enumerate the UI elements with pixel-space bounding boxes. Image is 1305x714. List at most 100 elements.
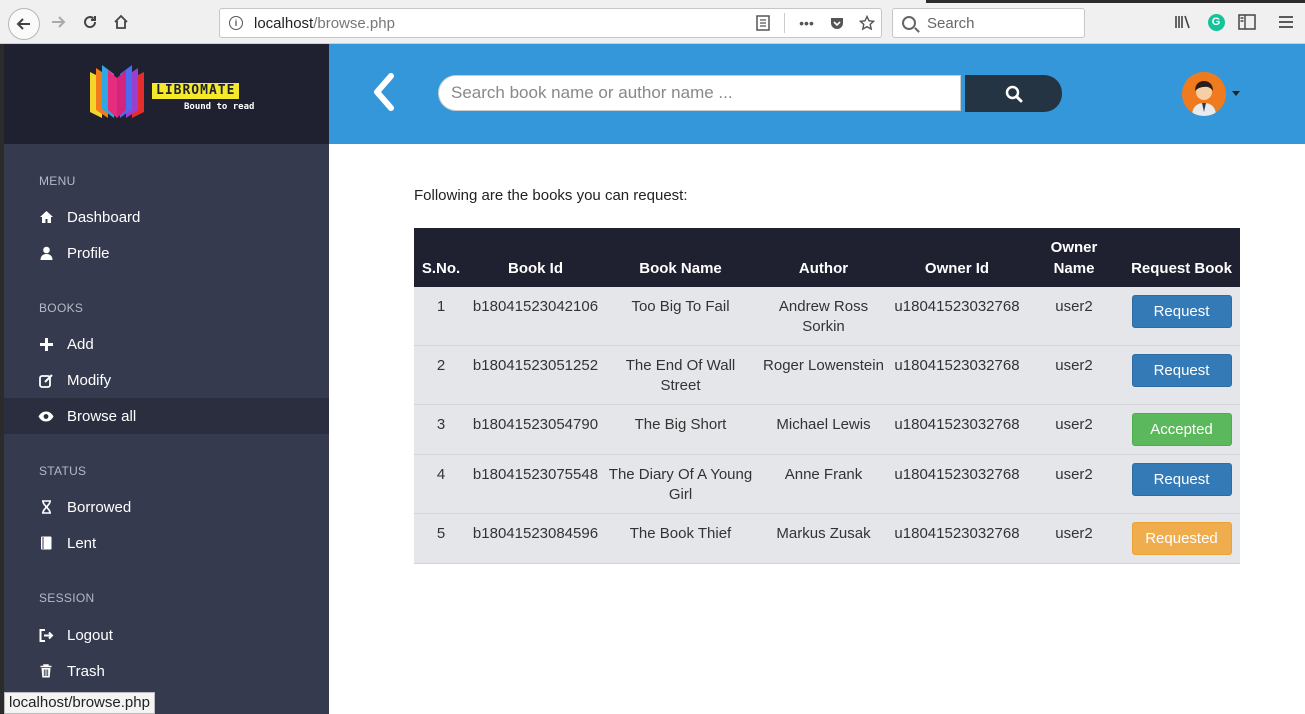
sidebar-item-dashboard[interactable]: Dashboard bbox=[4, 199, 329, 235]
section-books: BOOKS bbox=[39, 301, 84, 315]
request-button[interactable]: Request bbox=[1131, 354, 1232, 387]
browser-toolbar: i localhost/browse.php ••• G bbox=[0, 0, 1305, 44]
urlbar-separator bbox=[784, 13, 785, 33]
sidebar-item-label: Add bbox=[67, 335, 94, 353]
window-titlebar-edge bbox=[926, 0, 1305, 3]
sidebar-item-label: Dashboard bbox=[67, 208, 141, 226]
browser-forward-button[interactable] bbox=[46, 10, 70, 34]
table-row: 4 b18041523075548 The Diary Of A Young Gir… bbox=[414, 454, 1240, 514]
owner-name-cell: user2 bbox=[1025, 287, 1123, 346]
url-bar[interactable]: i localhost/browse.php ••• bbox=[219, 8, 882, 38]
arrow-left-icon bbox=[16, 18, 30, 30]
sidebar-item-modify[interactable]: Modify bbox=[4, 362, 329, 398]
sidebar-item-profile[interactable]: Profile bbox=[4, 235, 329, 271]
reader-view-icon[interactable] bbox=[754, 13, 771, 33]
author-cell: Markus Zusak bbox=[758, 513, 889, 564]
page-actions-icon[interactable]: ••• bbox=[798, 13, 815, 33]
serial-number-cell: 5 bbox=[414, 513, 468, 564]
sidebar-item-logout[interactable]: Logout bbox=[4, 617, 329, 653]
hamburger-menu-icon[interactable] bbox=[1276, 12, 1296, 32]
search-icon bbox=[902, 16, 916, 30]
browser-search-bar[interactable] bbox=[892, 8, 1085, 38]
column-header: Book Id bbox=[468, 228, 603, 287]
sidebar-item-label: Borrowed bbox=[67, 498, 132, 516]
sidebar-item-lent[interactable]: Lent bbox=[4, 525, 329, 561]
table-header-row: S.No. Book Id Book Name Author Owner Id … bbox=[414, 228, 1240, 287]
section-session: SESSION bbox=[39, 591, 95, 605]
home-icon bbox=[114, 14, 128, 29]
book-name-cell: The Book Thief bbox=[603, 513, 758, 564]
user-icon bbox=[38, 246, 54, 260]
eye-icon bbox=[38, 411, 54, 422]
owner-id-cell: u18041523032768 bbox=[889, 345, 1025, 405]
book-search-button[interactable] bbox=[965, 75, 1062, 112]
library-icon[interactable] bbox=[1173, 12, 1193, 32]
owner-id-cell: u18041523032768 bbox=[889, 404, 1025, 455]
book-name-cell: The End Of Wall Street bbox=[603, 345, 758, 405]
serial-number-cell: 4 bbox=[414, 454, 468, 514]
sidebar: LIBROMATE Bound to read MENU Dashboard P… bbox=[4, 44, 329, 714]
owner-id-cell: u18041523032768 bbox=[889, 513, 1025, 564]
browser-back-button[interactable] bbox=[8, 8, 40, 40]
book-name-cell: Too Big To Fail bbox=[603, 287, 758, 346]
author-cell: Roger Lowenstein bbox=[758, 345, 889, 405]
browser-home-button[interactable] bbox=[109, 10, 133, 34]
user-avatar[interactable] bbox=[1182, 72, 1226, 116]
book-id-cell: b18041523042106 bbox=[468, 287, 603, 346]
grammarly-icon[interactable]: G bbox=[1206, 12, 1226, 32]
sidebar-toggle-icon[interactable] bbox=[1237, 12, 1257, 32]
site-info-icon[interactable]: i bbox=[229, 16, 243, 30]
author-cell: Michael Lewis bbox=[758, 404, 889, 455]
arrow-right-icon bbox=[52, 16, 66, 28]
table-row: 1 b18041523042106 Too Big To Fail Andrew Ro… bbox=[414, 287, 1240, 346]
book-name-cell: The Big Short bbox=[603, 404, 758, 455]
intro-text: Following are the books you can request: bbox=[414, 187, 688, 204]
chevron-left-icon bbox=[374, 73, 394, 111]
sidebar-item-label: Lent bbox=[67, 534, 97, 552]
serial-number-cell: 3 bbox=[414, 404, 468, 455]
table-row: 3 b18041523054790 The Big Short Michael Lew… bbox=[414, 404, 1240, 455]
logo-tagline: Bound to read bbox=[184, 102, 255, 112]
sidebar-item-label: Browse all bbox=[67, 407, 137, 425]
pocket-icon[interactable] bbox=[828, 13, 845, 33]
column-header: Request Book bbox=[1123, 228, 1240, 287]
logo-area: LIBROMATE Bound to read bbox=[4, 44, 329, 144]
sidebar-item-add[interactable]: Add bbox=[4, 326, 329, 362]
url-text[interactable]: localhost/browse.php bbox=[254, 15, 395, 32]
top-header bbox=[329, 44, 1305, 144]
book-name-cell: The Diary Of A Young Girl bbox=[603, 454, 758, 514]
sidebar-collapse-button[interactable] bbox=[371, 72, 397, 112]
book-search-box[interactable] bbox=[438, 75, 961, 111]
logo-name: LIBROMATE bbox=[152, 83, 240, 99]
bookmark-star-icon[interactable] bbox=[858, 13, 875, 33]
sidebar-item-label: Logout bbox=[67, 626, 113, 644]
author-cell: Andrew Ross Sorkin bbox=[758, 287, 889, 346]
librom-logo[interactable]: LIBROMATE Bound to read bbox=[86, 64, 258, 120]
request-button[interactable]: Request bbox=[1131, 463, 1232, 496]
edit-icon bbox=[38, 373, 54, 388]
sidebar-item-label: Modify bbox=[67, 371, 112, 389]
accepted-button[interactable]: Accepted bbox=[1131, 413, 1232, 446]
browser-search-input[interactable] bbox=[927, 14, 1077, 32]
status-url-tooltip: localhost/browse.php bbox=[4, 692, 155, 714]
request-cell: Request bbox=[1123, 287, 1240, 346]
owner-name-cell: user2 bbox=[1025, 404, 1123, 455]
owner-id-cell: u18041523032768 bbox=[889, 287, 1025, 346]
avatar-person-icon bbox=[1182, 72, 1226, 116]
browser-reload-button[interactable] bbox=[78, 10, 102, 34]
requested-button[interactable]: Requested bbox=[1131, 522, 1232, 555]
book-id-cell: b18041523051252 bbox=[468, 345, 603, 405]
caret-down-icon[interactable] bbox=[1232, 91, 1240, 96]
sidebar-item-browse-all[interactable]: Browse all bbox=[4, 398, 329, 434]
sidebar-item-trash[interactable]: Trash bbox=[4, 653, 329, 689]
book-search-input[interactable] bbox=[451, 83, 931, 103]
plus-icon bbox=[38, 337, 54, 351]
request-button[interactable]: Request bbox=[1131, 295, 1232, 328]
book-id-cell: b18041523054790 bbox=[468, 404, 603, 455]
sidebar-item-borrowed[interactable]: Borrowed bbox=[4, 489, 329, 525]
serial-number-cell: 2 bbox=[414, 345, 468, 405]
book-logo-icon bbox=[90, 65, 144, 118]
book-id-cell: b18041523084596 bbox=[468, 513, 603, 564]
table-row: 5 b18041523084596 The Book Thief Markus Zus… bbox=[414, 513, 1240, 564]
column-header: Owner Id bbox=[889, 228, 1025, 287]
